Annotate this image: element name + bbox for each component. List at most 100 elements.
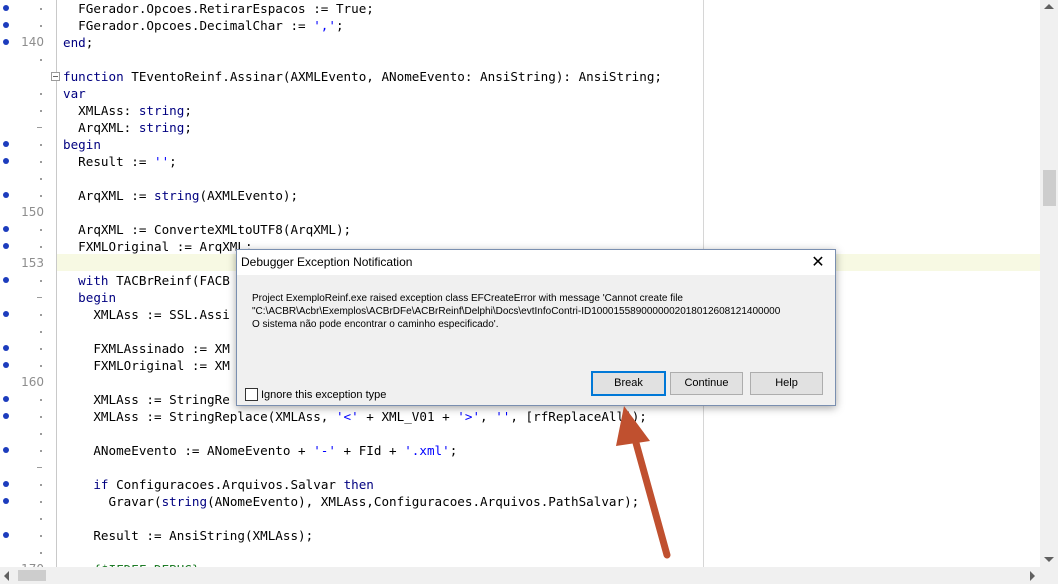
breakpoint-dot-icon[interactable] xyxy=(3,481,9,487)
breakpoint-dot-icon[interactable] xyxy=(3,192,9,198)
code-text: ArqXML := ConverteXMLtoUTF8(ArqXML); xyxy=(63,222,352,237)
message-line: O sistema não pode encontrar o caminho e… xyxy=(252,319,499,330)
line-marker-dot xyxy=(40,229,42,231)
vertical-scrollbar[interactable] xyxy=(1040,0,1058,567)
line-marker-dot xyxy=(40,59,42,61)
code-text: XMLAss := StringReplace(XMLAss, '<' + XM… xyxy=(63,409,647,424)
code-line[interactable] xyxy=(0,425,1040,442)
code-line[interactable]: ArqXML := ConverteXMLtoUTF8(ArqXML); xyxy=(0,221,1040,238)
code-text: ArqXML: string; xyxy=(63,120,192,135)
break-button[interactable]: Break xyxy=(591,371,666,396)
line-marker-dot xyxy=(40,93,42,95)
message-file-path: "C:\ACBR\Acbr\Exemplos\ACBrDFe\ACBrReinf… xyxy=(252,306,781,317)
code-text: FGerador.Opcoes.RetirarEspacos := True; xyxy=(63,1,374,16)
line-marker-dot xyxy=(40,416,42,418)
code-text: XMLAss := StringRe xyxy=(63,392,230,407)
code-text: begin xyxy=(63,137,101,152)
message-line: Project ExemploReinf.exe raised exceptio… xyxy=(252,293,683,304)
breakpoint-dot-icon[interactable] xyxy=(3,158,9,164)
code-line[interactable]: ANomeEvento := ANomeEvento + '-' + FId +… xyxy=(0,442,1040,459)
breakpoint-dot-icon[interactable] xyxy=(3,413,9,419)
line-marker-dot xyxy=(40,518,42,520)
code-line[interactable]: var xyxy=(0,85,1040,102)
continue-button[interactable]: Continue xyxy=(670,372,743,395)
code-text: FXMLAssinado := XM xyxy=(63,341,230,356)
code-line[interactable]: 140 end; xyxy=(0,34,1040,51)
line-marker-dash xyxy=(37,467,42,468)
breakpoint-dot-icon[interactable] xyxy=(3,22,9,28)
line-marker-dot xyxy=(40,552,42,554)
line-marker-dot xyxy=(40,246,42,248)
horizontal-scroll-thumb[interactable] xyxy=(18,570,46,581)
breakpoint-dot-icon[interactable] xyxy=(3,498,9,504)
line-number: 153 xyxy=(21,256,44,270)
scroll-down-arrow-icon[interactable] xyxy=(1044,557,1054,562)
code-text: begin xyxy=(78,290,117,305)
vertical-scroll-thumb[interactable] xyxy=(1043,170,1056,206)
ignore-exception-option[interactable]: Ignore this exception type xyxy=(245,388,386,401)
line-marker-dot xyxy=(40,399,42,401)
line-marker-dot xyxy=(40,365,42,367)
code-line[interactable] xyxy=(0,51,1040,68)
breakpoint-dot-icon[interactable] xyxy=(3,362,9,368)
line-marker-dot xyxy=(40,348,42,350)
code-line[interactable]: Result := AnsiString(XMLAss); xyxy=(0,527,1040,544)
scroll-up-arrow-icon[interactable] xyxy=(1044,4,1054,9)
line-marker-dot xyxy=(40,8,42,10)
code-line[interactable]: function TEventoReinf.Assinar(AXMLEvento… xyxy=(0,68,1040,85)
line-marker-dot xyxy=(40,450,42,452)
code-line[interactable] xyxy=(0,544,1040,561)
breakpoint-dot-icon[interactable] xyxy=(3,5,9,11)
breakpoint-dot-icon[interactable] xyxy=(3,39,9,45)
line-marker-dot xyxy=(40,501,42,503)
code-text: if Configuracoes.Arquivos.Salvar then xyxy=(93,477,374,492)
code-text: FXMLOriginal := XM xyxy=(63,358,230,373)
code-line[interactable] xyxy=(0,170,1040,187)
breakpoint-dot-icon[interactable] xyxy=(3,532,9,538)
close-icon[interactable]: ✕ xyxy=(807,253,829,273)
line-marker-dot xyxy=(40,535,42,537)
breakpoint-dot-icon[interactable] xyxy=(3,226,9,232)
code-line[interactable]: XMLAss := StringReplace(XMLAss, '<' + XM… xyxy=(0,408,1040,425)
breakpoint-dot-icon[interactable] xyxy=(3,277,9,283)
horizontal-scrollbar[interactable] xyxy=(0,567,1058,584)
line-marker-dot xyxy=(40,25,42,27)
code-text: FXMLOriginal := ArqXML; xyxy=(63,239,253,254)
breakpoint-dot-icon[interactable] xyxy=(3,396,9,402)
code-text: XMLAss: string; xyxy=(63,103,192,118)
breakpoint-dot-icon[interactable] xyxy=(3,243,9,249)
breakpoint-dot-icon[interactable] xyxy=(3,345,9,351)
code-text: XMLAss := SSL.Assi xyxy=(63,307,230,322)
line-marker-dot xyxy=(40,280,42,282)
code-line[interactable]: XMLAss: string; xyxy=(0,102,1040,119)
breakpoint-dot-icon[interactable] xyxy=(3,447,9,453)
code-line[interactable]: 150 xyxy=(0,204,1040,221)
breakpoint-dot-icon[interactable] xyxy=(3,311,9,317)
code-line[interactable]: ArqXML := string(AXMLEvento); xyxy=(0,187,1040,204)
code-line[interactable]: begin xyxy=(0,136,1040,153)
code-text: FGerador.Opcoes.DecimalChar := ','; xyxy=(63,18,344,33)
code-line[interactable] xyxy=(0,510,1040,527)
line-marker-dot xyxy=(40,144,42,146)
line-marker-dot xyxy=(40,161,42,163)
help-button[interactable]: Help xyxy=(750,372,823,395)
code-line[interactable]: ArqXML: string; xyxy=(0,119,1040,136)
code-line[interactable]: FGerador.Opcoes.RetirarEspacos := True; xyxy=(0,0,1040,17)
collapse-icon[interactable] xyxy=(51,72,60,81)
code-line[interactable]: Result := ''; xyxy=(0,153,1040,170)
line-marker-dot xyxy=(40,195,42,197)
code-text: Result := AnsiString(XMLAss); xyxy=(63,528,314,543)
dialog-titlebar[interactable]: Debugger Exception Notification ✕ xyxy=(237,250,835,275)
code-line[interactable]: FGerador.Opcoes.DecimalChar := ','; xyxy=(0,17,1040,34)
code-line[interactable] xyxy=(0,459,1040,476)
scroll-right-arrow-icon[interactable] xyxy=(1030,571,1035,581)
scroll-left-arrow-icon[interactable] xyxy=(4,571,9,581)
breakpoint-dot-icon[interactable] xyxy=(3,141,9,147)
line-marker-dot xyxy=(40,314,42,316)
line-marker-dot xyxy=(40,433,42,435)
code-line[interactable]: Gravar(string(ANomeEvento), XMLAss,Confi… xyxy=(0,493,1040,510)
code-line[interactable]: if Configuracoes.Arquivos.Salvar then xyxy=(0,476,1040,493)
ignore-exception-label[interactable]: Ignore this exception type xyxy=(261,389,386,401)
ignore-exception-checkbox[interactable] xyxy=(245,388,258,401)
line-marker-dash xyxy=(37,127,42,128)
